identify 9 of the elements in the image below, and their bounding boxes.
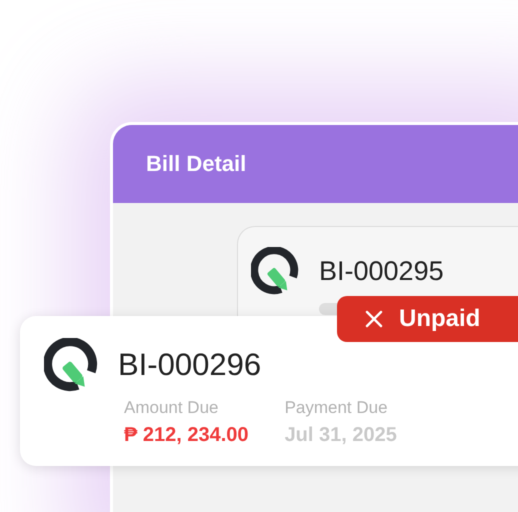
bill-number: BI-000295	[319, 256, 444, 286]
amount-value: ₱ 212, 234.00	[124, 424, 249, 447]
window-title: Bill Detail	[146, 151, 246, 177]
amount-label: Amount Due	[124, 398, 220, 418]
close-icon	[365, 310, 383, 328]
due-label: Payment Due	[284, 398, 389, 418]
bill-number: BI-000296	[118, 347, 262, 383]
logo-icon	[251, 247, 299, 295]
logo-icon	[44, 338, 98, 392]
